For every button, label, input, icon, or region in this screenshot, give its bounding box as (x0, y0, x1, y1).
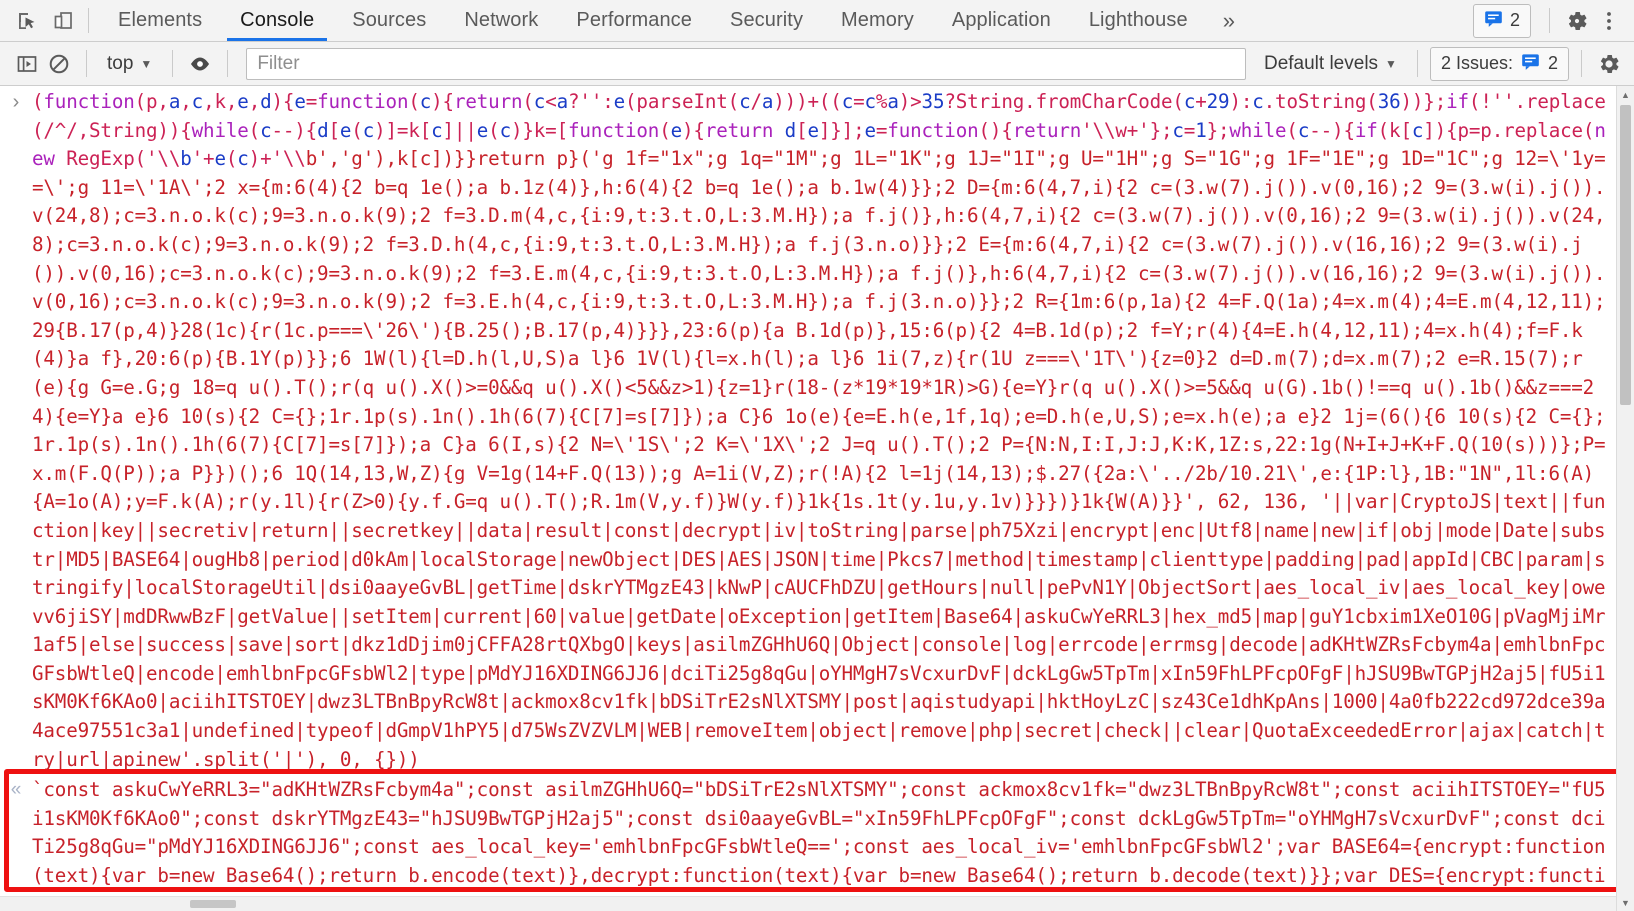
live-expression-eye-icon[interactable] (185, 49, 215, 79)
vscrollbar-thumb[interactable] (1620, 105, 1631, 405)
tabstrip-left-icons (0, 0, 78, 41)
tab-application[interactable]: Application (933, 0, 1070, 41)
issues-badge-button[interactable]: 2 (1472, 3, 1531, 38)
tab-memory[interactable]: Memory (822, 0, 933, 41)
console-output-message[interactable]: « `const askuCwYeRRL3="adKHtWZRsFcbym4a"… (0, 774, 1634, 911)
gear-icon[interactable] (1562, 6, 1592, 36)
console-input-code: (function(p,a,c,k,e,d){e=function(c){ret… (32, 90, 1606, 771)
vertical-scrollbar[interactable]: ▲ ▼ (1616, 86, 1634, 911)
tab-security[interactable]: Security (711, 0, 822, 41)
panel-tabs: Elements Console Sources Network Perform… (99, 0, 1251, 41)
output-arrow-icon: « (10, 779, 22, 801)
tab-sources[interactable]: Sources (333, 0, 445, 41)
console-output-code: `const askuCwYeRRL3="adKHtWZRsFcbym4a";c… (32, 778, 1606, 911)
tab-console[interactable]: Console (221, 0, 333, 41)
console-toolbar: top ▼ Default levels ▼ 2 Issues: (0, 42, 1634, 86)
horizontal-scrollbar[interactable] (0, 896, 1617, 911)
toolbar-divider (86, 50, 87, 77)
more-tabs-button[interactable]: » (1207, 0, 1251, 41)
tab-label: Application (951, 9, 1051, 31)
tab-label: Sources (352, 9, 427, 31)
input-arrow-icon: › (12, 91, 20, 113)
tab-lighthouse[interactable]: Lighthouse (1070, 0, 1207, 41)
devtools-window: Elements Console Sources Network Perform… (0, 0, 1634, 911)
console-settings-gear-icon[interactable] (1594, 49, 1624, 79)
chevron-down-icon: ▼ (140, 56, 153, 71)
tab-label: Lighthouse (1088, 9, 1188, 31)
execution-context-selector[interactable]: top ▼ (99, 50, 160, 78)
tab-network[interactable]: Network (445, 0, 557, 41)
scroll-down-arrow-icon[interactable]: ▼ (1617, 894, 1634, 911)
toolbar-divider (1549, 8, 1550, 33)
tab-label: Memory (841, 9, 914, 31)
console-input-message[interactable]: › (function(p,a,c,k,e,d){e=function(c){r… (0, 86, 1634, 774)
clear-console-icon[interactable] (44, 49, 74, 79)
hscrollbar-thumb[interactable] (190, 900, 236, 908)
tab-label: Performance (576, 9, 692, 31)
console-scroll-area[interactable]: › (function(p,a,c,k,e,d){e=function(c){r… (0, 86, 1634, 911)
issues-toolbar-button[interactable]: 2 Issues: 2 (1429, 46, 1569, 81)
issues-label: 2 Issues: (1440, 53, 1513, 73)
kebab-menu-icon[interactable] (1594, 6, 1624, 36)
toolbar-divider (227, 50, 229, 77)
execution-context-label: top (107, 52, 134, 74)
console-sidebar-icon[interactable] (12, 49, 42, 79)
console-message-list[interactable]: › (function(p,a,c,k,e,d){e=function(c){r… (0, 86, 1634, 911)
inspect-element-icon[interactable] (12, 6, 42, 36)
log-levels-label: Default levels (1263, 52, 1379, 74)
chevron-down-icon: ▼ (1385, 56, 1397, 71)
issues-badge-count: 2 (1509, 10, 1520, 30)
device-toolbar-icon[interactable] (48, 6, 78, 36)
tab-label: Network (464, 9, 539, 31)
tab-label: Security (730, 9, 804, 31)
tab-performance[interactable]: Performance (557, 0, 711, 41)
issues-speech-bubble-icon (1521, 52, 1540, 76)
filter-input[interactable] (246, 47, 1246, 80)
toolbar-divider (1581, 50, 1582, 77)
tab-elements[interactable]: Elements (99, 0, 221, 41)
tabstrip-right-icons: 2 (1472, 0, 1634, 41)
scroll-up-arrow-icon[interactable]: ▲ (1617, 86, 1634, 103)
toolbar-divider (172, 50, 174, 77)
tab-label: Console (240, 9, 315, 31)
issues-count: 2 (1547, 53, 1558, 73)
devtools-tabstrip: Elements Console Sources Network Perform… (0, 0, 1634, 42)
toolbar-divider (88, 8, 89, 33)
issues-speech-bubble-icon (1484, 9, 1503, 33)
log-levels-selector[interactable]: Default levels ▼ (1256, 50, 1405, 78)
toolbar-divider (1416, 50, 1418, 77)
tab-label: Elements (118, 9, 203, 31)
